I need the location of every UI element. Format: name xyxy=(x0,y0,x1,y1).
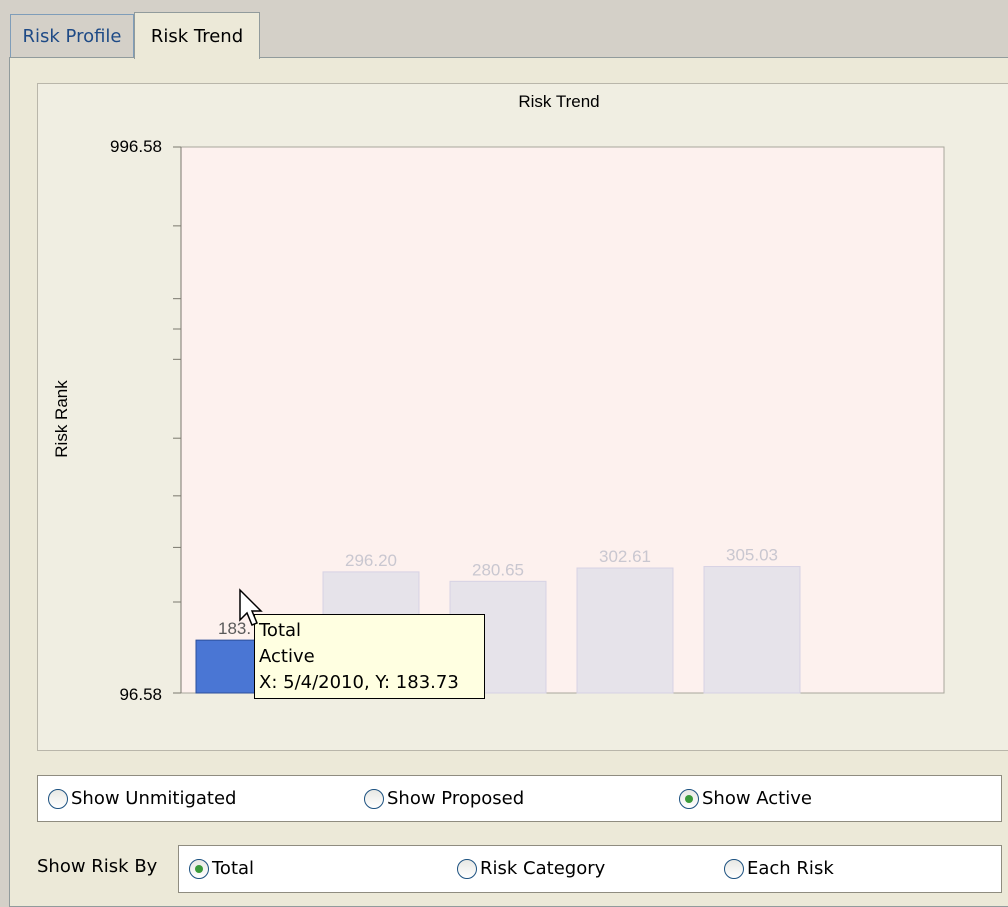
bar-value-label: 296.20 xyxy=(345,551,397,570)
radio-show-active[interactable]: Show Active xyxy=(679,788,812,809)
tab-risk-trend-label: Risk Trend xyxy=(150,25,244,47)
radio-each-risk[interactable]: Each Risk xyxy=(724,858,834,879)
radio-show-unmitigated-label: Show Unmitigated xyxy=(71,788,237,809)
radio-unchecked-icon xyxy=(724,858,744,879)
y-tick-label-min: 96.58 xyxy=(119,685,162,704)
chart-title: Risk Trend xyxy=(518,92,599,111)
radio-checked-icon xyxy=(679,788,699,809)
bar-4[interactable] xyxy=(576,567,674,694)
y-tick-label-max: 996.58 xyxy=(110,137,162,156)
radio-each-risk-label: Each Risk xyxy=(747,858,834,879)
radio-total-label: Total xyxy=(212,858,255,879)
show-risk-by-label: Show Risk By xyxy=(37,856,158,877)
radio-show-active-label: Show Active xyxy=(702,788,812,809)
plot-area xyxy=(180,146,945,694)
chart-tooltip: Total Active X: 5/4/2010, Y: 183.73 xyxy=(254,614,485,699)
tab-risk-profile-label: Risk Profile xyxy=(22,26,122,47)
chart-container: Risk Trend Risk Rank 996.58 96.58 183.73… xyxy=(37,83,1008,751)
radio-total[interactable]: Total xyxy=(189,858,254,879)
tooltip-value: X: 5/4/2010, Y: 183.73 xyxy=(259,672,459,693)
radio-checked-icon xyxy=(189,858,209,879)
tooltip-state: Active xyxy=(259,646,315,667)
radio-show-unmitigated[interactable]: Show Unmitigated xyxy=(48,788,236,809)
y-axis-ticks xyxy=(173,146,181,694)
tab-risk-trend[interactable]: Risk Trend xyxy=(134,12,260,59)
view-options-group: Show Unmitigated Show Proposed Show Acti… xyxy=(37,775,1002,822)
bar-5[interactable] xyxy=(703,566,801,694)
show-risk-by-group: Total Risk Category Each Risk xyxy=(178,845,1002,893)
radio-risk-category-label: Risk Category xyxy=(480,858,606,879)
tab-strip: Risk Profile Risk Trend xyxy=(0,0,1008,59)
radio-unchecked-icon xyxy=(457,858,477,879)
y-axis-label: Risk Rank xyxy=(52,380,71,458)
bar-value-label: 302.61 xyxy=(599,547,651,566)
risk-trend-chart: Risk Trend Risk Rank 996.58 96.58 183.73… xyxy=(52,92,945,704)
radio-show-proposed[interactable]: Show Proposed xyxy=(364,788,524,809)
mouse-pointer-icon xyxy=(239,588,263,626)
radio-risk-category[interactable]: Risk Category xyxy=(457,858,605,879)
tooltip-series: Total xyxy=(259,620,302,641)
radio-show-proposed-label: Show Proposed xyxy=(387,788,525,809)
bar-value-label: 280.65 xyxy=(472,560,524,579)
radio-unchecked-icon xyxy=(48,788,68,809)
tab-risk-profile[interactable]: Risk Profile xyxy=(10,14,134,58)
bar-value-label: 305.03 xyxy=(726,546,778,565)
radio-unchecked-icon xyxy=(364,788,384,809)
